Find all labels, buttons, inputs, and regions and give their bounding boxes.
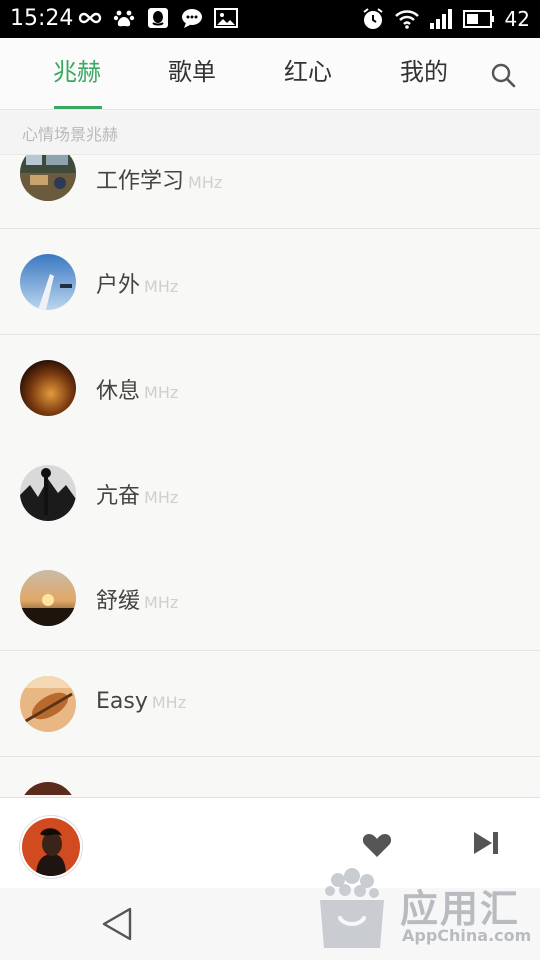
list-item[interactable]: 亢奋 MHz <box>0 440 540 546</box>
channel-title: 户外 MHz <box>96 273 179 298</box>
active-tab-indicator <box>54 106 102 109</box>
channel-title: 休息 MHz <box>96 379 179 404</box>
top-tab-bar: 兆赫 歌单 红心 我的 <box>0 38 540 110</box>
section-header: 心情场景兆赫 <box>0 111 540 155</box>
tab-label: 红心 <box>284 58 332 86</box>
watermark-title: 应用汇 <box>400 887 521 931</box>
battery-level: 42 <box>504 7 530 31</box>
appchina-logo-icon <box>320 868 384 948</box>
tab-label: 兆赫 <box>53 58 101 86</box>
tab-playlists[interactable]: 歌单 <box>142 38 242 110</box>
channel-cover <box>20 676 76 732</box>
watermark-subtitle: AppChina.com <box>402 926 532 945</box>
channel-cover <box>20 360 76 416</box>
list-item[interactable]: 工作学习 MHz <box>0 155 540 229</box>
chat-bubble-icon <box>182 9 202 28</box>
channel-title: 工作学习 MHz <box>96 169 223 194</box>
mini-player[interactable] <box>0 797 540 888</box>
channel-cover <box>20 782 76 795</box>
heart-icon[interactable] <box>362 832 392 858</box>
list-item[interactable] <box>0 757 540 795</box>
alarm-icon <box>362 8 383 29</box>
qq-icon <box>148 8 168 28</box>
paw-icon <box>113 10 135 27</box>
search-icon[interactable] <box>490 62 516 88</box>
channel-cover <box>20 254 76 310</box>
tab-label: 我的 <box>400 58 448 86</box>
channel-title: 舒缓 MHz <box>96 589 179 614</box>
list-item[interactable]: 户外 MHz <box>0 229 540 335</box>
battery-icon <box>462 10 494 28</box>
channel-title: Easy MHz <box>96 689 187 714</box>
image-icon <box>214 8 238 28</box>
channel-cover <box>20 570 76 626</box>
status-bar: 15:24 42 <box>0 0 540 38</box>
infinity-icon <box>78 12 102 24</box>
channel-list[interactable]: 工作学习 MHz 户外 MHz 休息 MHz 亢奋 MHz 舒缓 MHz Easy MHz <box>0 155 540 795</box>
tab-label: 歌单 <box>168 58 216 86</box>
channel-cover <box>20 155 76 201</box>
signal-icon <box>429 9 452 29</box>
section-title: 心情场景兆赫 <box>22 125 119 144</box>
list-item[interactable]: 休息 MHz <box>0 335 540 441</box>
list-item[interactable]: Easy MHz <box>0 651 540 757</box>
wifi-icon <box>394 10 419 29</box>
tab-mine[interactable]: 我的 <box>374 38 474 110</box>
now-playing-cover[interactable] <box>20 816 82 878</box>
back-triangle-icon[interactable] <box>100 906 134 942</box>
status-time: 15:24 <box>10 6 74 31</box>
tab-red-heart[interactable]: 红心 <box>258 38 358 110</box>
tab-mhz[interactable]: 兆赫 <box>27 38 127 110</box>
list-item[interactable]: 舒缓 MHz <box>0 545 540 651</box>
channel-cover <box>20 465 76 521</box>
skip-next-icon[interactable] <box>472 830 500 856</box>
channel-title: 亢奋 MHz <box>96 484 179 509</box>
